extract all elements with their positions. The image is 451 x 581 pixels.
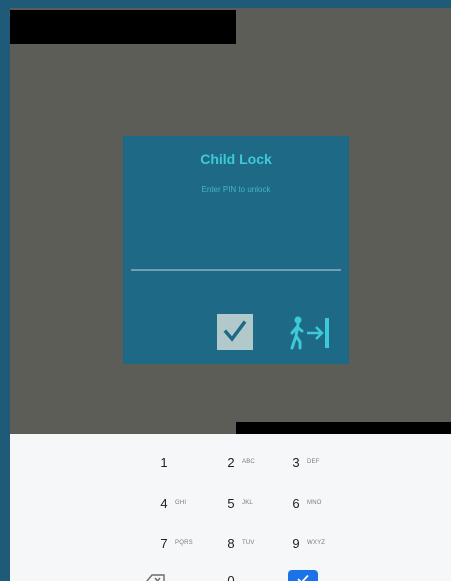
key-digit: 0 — [227, 572, 235, 581]
check-icon — [297, 574, 309, 581]
key-letters: MNO — [307, 500, 322, 506]
pin-input-field[interactable] — [131, 269, 341, 271]
key-digit: 3 — [292, 454, 300, 470]
done-key[interactable] — [288, 570, 318, 581]
backspace-icon — [146, 574, 165, 581]
key-digit: 1 — [160, 454, 168, 470]
key-4[interactable]: 4 GHI — [156, 490, 218, 516]
key-digit: 4 — [160, 495, 168, 511]
exit-button[interactable] — [285, 314, 333, 352]
key-letters: TUV — [242, 540, 255, 546]
key-6[interactable]: 6 MNO — [288, 490, 350, 516]
backspace-key[interactable] — [144, 573, 168, 581]
key-digit: 9 — [292, 535, 300, 551]
walk-exit-icon — [290, 316, 329, 350]
dialog-subtitle: Enter PIN to unlock — [201, 185, 271, 194]
key-letters: JKL — [242, 500, 253, 506]
key-5[interactable]: 5 JKL — [223, 490, 285, 516]
key-9[interactable]: 9 WXYZ — [288, 530, 350, 556]
redacted-status-area — [10, 10, 236, 44]
key-1[interactable]: 1 — [156, 449, 218, 475]
key-digit: 6 — [292, 495, 300, 511]
key-letters: WXYZ — [307, 540, 326, 546]
key-digit: 2 — [227, 454, 235, 470]
key-letters: ABC — [242, 459, 255, 465]
key-0[interactable]: 0 — [223, 567, 285, 581]
dialog-title: Child Lock — [200, 151, 272, 167]
checkmark-icon — [223, 320, 247, 342]
child-lock-dialog: Child Lock Enter PIN to unlock — [123, 136, 349, 364]
key-letters: PQRS — [175, 540, 193, 546]
key-8[interactable]: 8 TUV — [223, 530, 285, 556]
key-2[interactable]: 2 ABC — [223, 449, 285, 475]
key-7[interactable]: 7 PQRS — [156, 530, 218, 556]
app-screen: Child Lock Enter PIN to unlock 1 2 ABC 3… — [10, 8, 451, 581]
key-digit: 8 — [227, 535, 235, 551]
key-letters: DEF — [307, 459, 320, 465]
key-digit: 7 — [160, 535, 168, 551]
key-digit: 5 — [227, 495, 235, 511]
key-letters: GHI — [175, 500, 187, 506]
redacted-area — [236, 422, 451, 434]
confirm-button[interactable] — [217, 314, 253, 350]
key-3[interactable]: 3 DEF — [288, 449, 350, 475]
numeric-keyboard: 1 2 ABC 3 DEF 4 GHI 5 JKL 6 MNO 7 PQRS 8… — [10, 434, 451, 581]
